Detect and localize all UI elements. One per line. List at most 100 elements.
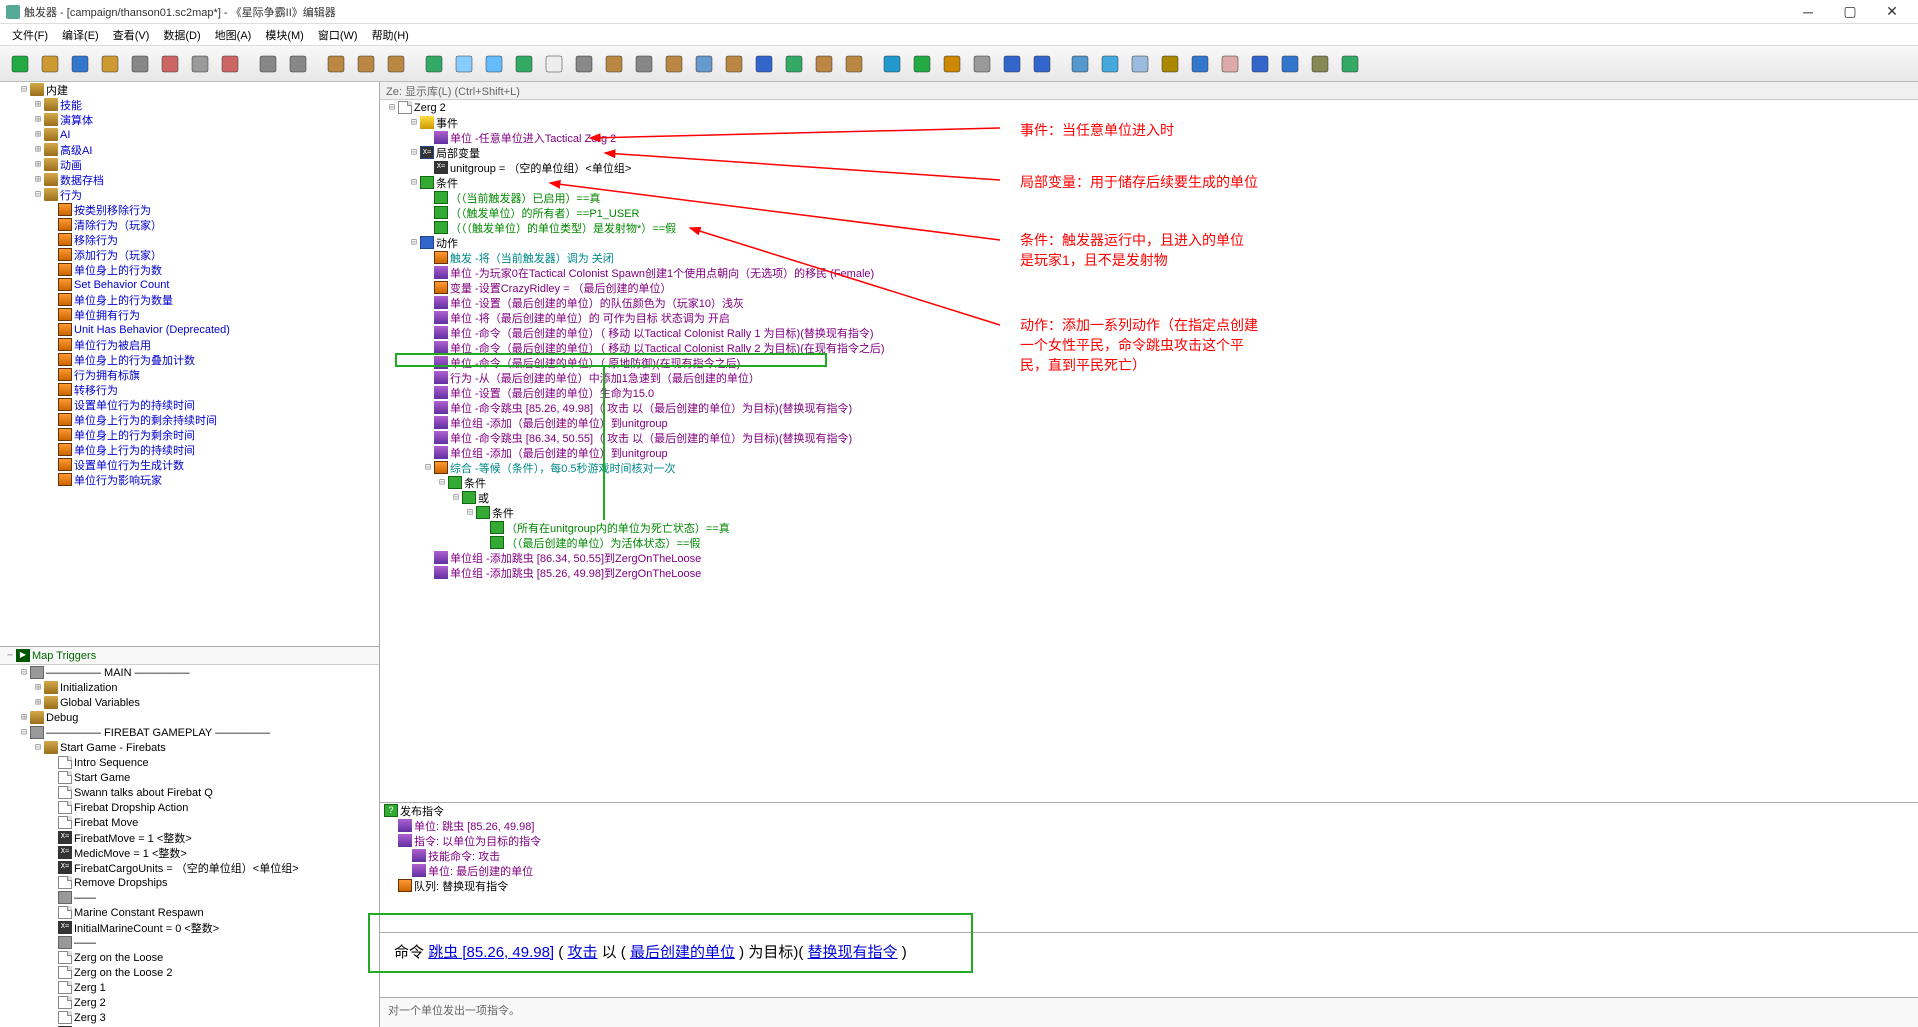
tree-row[interactable]: 清除行为（玩家）	[0, 217, 379, 232]
menu-item[interactable]: 文件(F)	[6, 25, 54, 45]
toolbar-button-2[interactable]	[66, 50, 94, 78]
toolbar-button-21[interactable]	[570, 50, 598, 78]
detail-row[interactable]: 单位: 跳虫 [85.26, 49.98]	[380, 818, 1918, 833]
toolbar-button-25[interactable]	[690, 50, 718, 78]
trigger-definition[interactable]: ⊟Zerg 2⊟事件单位 -任意单位进入Tactical Zerg 2⊟X=局部…	[380, 100, 1918, 802]
tree-row[interactable]: Zerg on the Loose 2	[0, 965, 379, 980]
toolbar-button-12[interactable]	[322, 50, 350, 78]
toolbar-button-18[interactable]	[480, 50, 508, 78]
tree-row[interactable]: 单位 -设置（最后创建的单位）生命为15.0	[380, 385, 1918, 400]
tree-row[interactable]: X=FirebatMove = 1 <整数>	[0, 830, 379, 845]
tree-row[interactable]: ⊞Global Variables	[0, 695, 379, 710]
tree-row[interactable]: 单位组 -添加（最后创建的单位）到unitgroup	[380, 445, 1918, 460]
library-tree[interactable]: ⊟内建⊞技能⊞演算体⊞AI⊞高级AI⊞动画⊞数据存档⊟行为按类别移除行为清除行为…	[0, 82, 379, 647]
tree-row[interactable]: ⊟————— MAIN —————	[0, 665, 379, 680]
toolbar-button-14[interactable]	[382, 50, 410, 78]
toolbar-button-4[interactable]	[126, 50, 154, 78]
tree-row[interactable]: Unit Has Behavior (Deprecated)	[0, 322, 379, 337]
toolbar-button-5[interactable]	[156, 50, 184, 78]
tree-row[interactable]: 移除行为	[0, 232, 379, 247]
detail-row[interactable]: 指令: 以单位为目标的指令	[380, 833, 1918, 848]
menu-item[interactable]: 帮助(H)	[366, 25, 415, 45]
tree-row[interactable]: ⊟动作	[380, 235, 1918, 250]
link-ability[interactable]: 攻击	[567, 944, 597, 961]
tree-row[interactable]: Start Game	[0, 770, 379, 785]
toolbar-button-28[interactable]	[780, 50, 808, 78]
toolbar-button-20[interactable]	[540, 50, 568, 78]
tree-row[interactable]: 单位身上的行为数	[0, 262, 379, 277]
tree-row[interactable]: X=FirebatCargoUnits = （空的单位组）<单位组>	[0, 860, 379, 875]
tree-row[interactable]: Firebat Move	[0, 815, 379, 830]
tree-row[interactable]: （（当前触发器）已启用）==真	[380, 190, 1918, 205]
tree-row[interactable]: 单位 -命令（最后创建的单位）（ 移动 以Tactical Colonist R…	[380, 325, 1918, 340]
toolbar-button-44[interactable]	[1216, 50, 1244, 78]
trigger-header[interactable]: ⊟Zerg 2	[380, 100, 1918, 115]
toolbar-button-3[interactable]	[96, 50, 124, 78]
toolbar-button-48[interactable]	[1336, 50, 1364, 78]
tree-row[interactable]: ⊟行为	[0, 187, 379, 202]
tree-row[interactable]: ⊞AI	[0, 127, 379, 142]
tree-row[interactable]: Swann talks about Firebat Q	[0, 785, 379, 800]
toolbar-button-27[interactable]	[750, 50, 778, 78]
menu-item[interactable]: 数据(D)	[157, 25, 206, 45]
toolbar-button-29[interactable]	[810, 50, 838, 78]
tree-row[interactable]: 设置单位行为生成计数	[0, 457, 379, 472]
toolbar-button-33[interactable]	[908, 50, 936, 78]
tree-row[interactable]: Set Behavior Count	[0, 277, 379, 292]
close-button[interactable]: ✕	[1872, 2, 1912, 22]
toolbar-button-32[interactable]	[878, 50, 906, 78]
tree-row[interactable]: ⊞演算体	[0, 112, 379, 127]
toolbar-button-26[interactable]	[720, 50, 748, 78]
tree-row[interactable]: ⊟条件	[380, 475, 1918, 490]
tree-row[interactable]: ⊟————— FIREBAT GAMEPLAY —————	[0, 725, 379, 740]
tree-row[interactable]: ⊟X=局部变量	[380, 145, 1918, 160]
tree-row[interactable]: ⊟事件	[380, 115, 1918, 130]
tree-row[interactable]: Zerg 1	[0, 980, 379, 995]
menu-item[interactable]: 地图(A)	[209, 25, 258, 45]
tree-row[interactable]: 单位组 -添加（最后创建的单位）到unitgroup	[380, 415, 1918, 430]
detail-row[interactable]: 队列: 替换现有指令	[380, 878, 1918, 893]
tree-row[interactable]: 单位行为影响玩家	[0, 472, 379, 487]
tree-row[interactable]: 单位 -命令（最后创建的单位）（ 移动 以Tactical Colonist R…	[380, 340, 1918, 355]
menu-item[interactable]: 窗口(W)	[312, 25, 364, 45]
toolbar-button-19[interactable]	[510, 50, 538, 78]
menu-item[interactable]: 模块(M)	[259, 25, 310, 45]
tree-row[interactable]: ⊟Start Game - Firebats	[0, 740, 379, 755]
tree-row[interactable]: （所有在unitgroup内的单位为死亡状态）==真	[380, 520, 1918, 535]
tree-row[interactable]: X=MedicMove = 1 <整数>	[0, 845, 379, 860]
tree-row[interactable]: 按类别移除行为	[0, 202, 379, 217]
tree-row[interactable]: 单位身上行为的持续时间	[0, 442, 379, 457]
toolbar-button-17[interactable]	[450, 50, 478, 78]
tree-row[interactable]: （（触发单位）的所有者）==P1_USER	[380, 205, 1918, 220]
link-queue[interactable]: 替换现有指令	[808, 944, 898, 961]
tree-row[interactable]: ⊟内建	[0, 82, 379, 97]
tree-row[interactable]: （（最后创建的单位）为活体状态）==假	[380, 535, 1918, 550]
tree-row[interactable]: ⊞高级AI	[0, 142, 379, 157]
toolbar-button-41[interactable]	[1126, 50, 1154, 78]
menu-item[interactable]: 查看(V)	[107, 25, 156, 45]
tree-row[interactable]: X=unitgroup = （空的单位组）<单位组>	[380, 160, 1918, 175]
toolbar-button-34[interactable]	[938, 50, 966, 78]
tree-row[interactable]: 行为 -从（最后创建的单位）中添加1急速到（最后创建的单位）	[380, 370, 1918, 385]
tree-row[interactable]: 转移行为	[0, 382, 379, 397]
tree-row[interactable]: 触发 -将（当前触发器）调为 关闭	[380, 250, 1918, 265]
detail-panel[interactable]: ?发布指令单位: 跳虫 [85.26, 49.98]指令: 以单位为目标的指令技…	[380, 802, 1918, 932]
tree-row[interactable]: 单位身上的行为数量	[0, 292, 379, 307]
tree-row[interactable]: 变量 -设置CrazyRidley = （最后创建的单位）	[380, 280, 1918, 295]
toolbar-button-24[interactable]	[660, 50, 688, 78]
toolbar-button-22[interactable]	[600, 50, 628, 78]
tree-row[interactable]: ——	[0, 890, 379, 905]
link-unit[interactable]: 跳虫 [85.26, 49.98]	[428, 944, 554, 961]
tree-row[interactable]: 单位 -将（最后创建的单位）的 可作为目标 状态调为 开启	[380, 310, 1918, 325]
toolbar-button-36[interactable]	[998, 50, 1026, 78]
toolbar-button-46[interactable]	[1276, 50, 1304, 78]
tree-row[interactable]: ⊞Initialization	[0, 680, 379, 695]
toolbar-button-0[interactable]	[6, 50, 34, 78]
toolbar-button-43[interactable]	[1186, 50, 1214, 78]
tree-row[interactable]: ⊟或	[380, 490, 1918, 505]
toolbar-button-35[interactable]	[968, 50, 996, 78]
tree-row[interactable]: Zerg on the Loose	[0, 950, 379, 965]
tree-row[interactable]: Remove Dropships	[0, 875, 379, 890]
maximize-button[interactable]: ▢	[1830, 2, 1870, 22]
toolbar-button-37[interactable]	[1028, 50, 1056, 78]
